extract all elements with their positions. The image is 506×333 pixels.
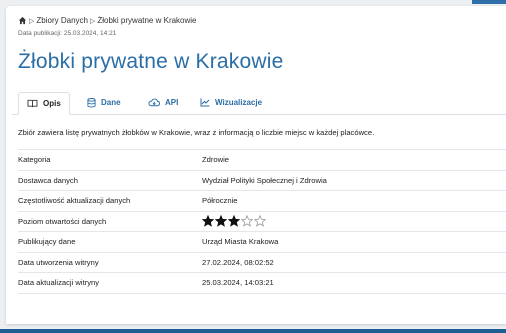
star-empty-icon (254, 215, 266, 227)
tab-description-label: Opis (43, 99, 61, 108)
breadcrumb-item-datasets[interactable]: Zbiory Danych (36, 16, 88, 25)
row-key: Częstotliwość aktualizacji danych (18, 196, 131, 206)
tab-visualizations[interactable]: Wizualizacje (200, 92, 262, 113)
table-row: Częstotliwość aktualizacji danych Półroc… (18, 190, 506, 211)
star-filled-icon (215, 215, 227, 227)
row-value: Zdrowie (202, 155, 230, 165)
tab-api[interactable]: API (148, 92, 178, 113)
table-row: Data aktualizacji witryny 25.03.2024, 14… (18, 272, 506, 294)
chevron-right-icon: ▷ (29, 17, 35, 25)
chart-icon (200, 98, 210, 107)
publication-date: Data publikacji: 25.03.2024, 14:21 (18, 30, 117, 37)
dataset-card: ▷ Zbiory Danych ▷ Żłobki prywatne w Krak… (6, 6, 506, 324)
row-key: Kategoria (18, 155, 51, 165)
tab-data-label: Dane (101, 98, 121, 107)
details-table: Kategoria Zdrowie Dostawca danych Wydzia… (18, 149, 506, 294)
row-value: Wydział Polityki Społecznej i Zdrowia (202, 175, 327, 185)
row-value: 25.03.2024, 14:03:21 (202, 278, 274, 288)
row-key: Data utworzenia witryny (18, 257, 99, 267)
row-value: 27.02.2024, 08:02:52 (202, 257, 274, 267)
tab-bar: Opis Dane API Wizualizacje (12, 92, 506, 115)
breadcrumb: ▷ Zbiory Danych ▷ Żłobki prywatne w Krak… (18, 16, 197, 25)
top-accent-strip (472, 0, 506, 4)
row-key: Poziom otwartości danych (18, 216, 107, 226)
table-row: Publikujący dane Urząd Miasta Krakowa (18, 231, 506, 252)
openness-rating (202, 215, 266, 227)
table-row: Data utworzenia witryny 27.02.2024, 08:0… (18, 251, 506, 273)
row-value: Urząd Miasta Krakowa (202, 237, 279, 247)
book-icon (27, 99, 38, 108)
page-title: Żłobki prywatne w Krakowie (18, 50, 284, 73)
dataset-description: Zbiór zawiera listę prywatnych żłobków w… (18, 128, 375, 137)
home-icon[interactable] (18, 16, 27, 25)
row-key: Dostawca danych (18, 175, 78, 185)
table-row: Dostawca danych Wydział Polityki Społecz… (18, 169, 506, 191)
row-key: Data aktualizacji witryny (18, 278, 100, 288)
tab-description[interactable]: Opis (18, 92, 70, 115)
star-filled-icon (202, 215, 214, 227)
database-icon (87, 97, 96, 107)
cloud-icon (148, 98, 160, 107)
star-empty-icon (241, 215, 253, 227)
tab-visualizations-label: Wizualizacje (215, 98, 263, 107)
row-value: Półrocznie (202, 196, 238, 206)
table-row: Kategoria Zdrowie (18, 149, 506, 170)
chevron-right-icon: ▷ (89, 17, 96, 25)
tab-data[interactable]: Dane (87, 92, 121, 113)
row-key: Publikujący dane (18, 237, 76, 247)
tab-api-label: API (165, 98, 179, 107)
star-filled-icon (228, 215, 240, 227)
breadcrumb-item-current: Żłobki prywatne w Krakowie (97, 16, 197, 25)
table-row: Poziom otwartości danych (18, 210, 506, 232)
footer-bar (0, 329, 506, 333)
